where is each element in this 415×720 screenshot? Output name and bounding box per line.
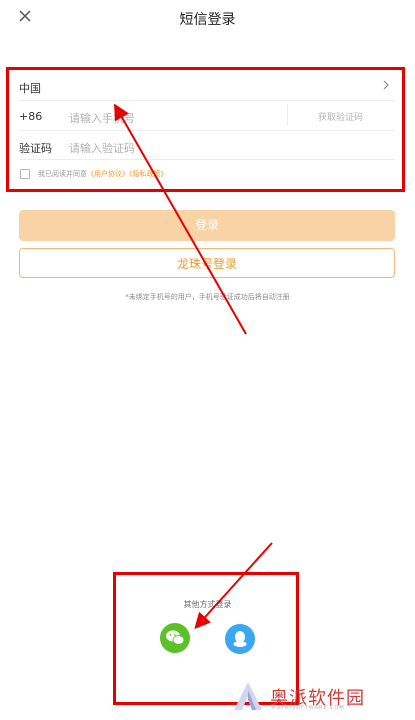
register-note: *未绑定手机号的用户，手机号验证成功后将自动注册 [125, 293, 290, 301]
watermark-logo-icon [234, 682, 262, 710]
longzhu-login-button[interactable]: 龙珠号登录 [19, 248, 395, 278]
login-button[interactable]: 登录 [19, 210, 395, 241]
page-title: 短信登录 [179, 12, 236, 28]
watermark-subtext: AOPAISOFTWARE.COM [272, 705, 345, 711]
annotation-box-form [6, 67, 405, 192]
